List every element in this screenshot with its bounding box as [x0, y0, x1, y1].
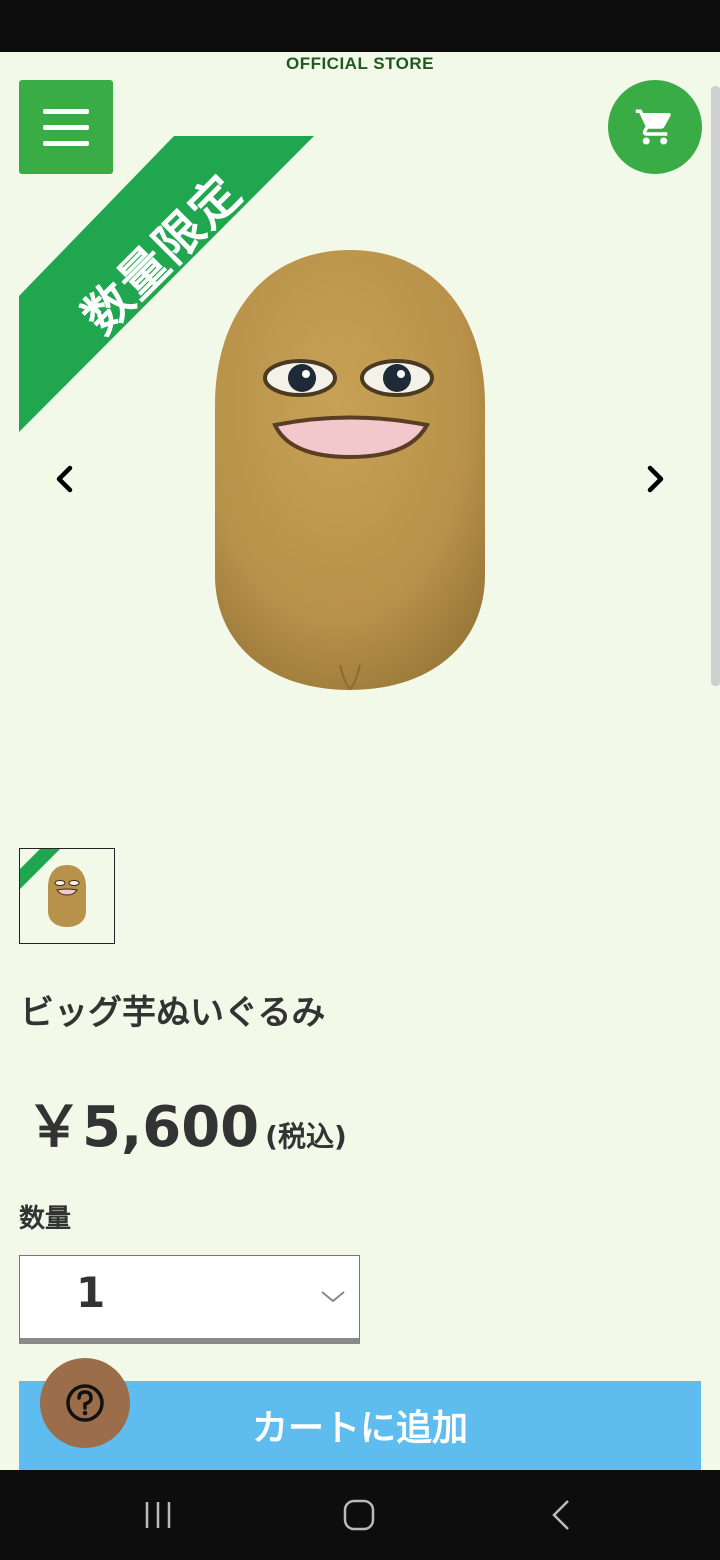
product-thumbnail[interactable] [19, 848, 115, 944]
quantity-value: 1 [76, 1268, 106, 1317]
store-label: OFFICIAL STORE [285, 54, 435, 73]
cart-button[interactable] [608, 80, 702, 174]
price-value: ￥5,600 [26, 1095, 260, 1160]
system-navigation-bar [0, 1470, 720, 1560]
scrollbar[interactable] [711, 86, 720, 686]
price-tax-note: (税込) [265, 1120, 347, 1153]
chevron-down-icon [321, 1291, 345, 1303]
question-mark-icon [66, 1384, 104, 1422]
help-button[interactable] [40, 1358, 130, 1448]
chevron-right-icon[interactable] [638, 462, 672, 496]
back-icon[interactable] [546, 1498, 576, 1532]
quantity-select[interactable]: 1 [19, 1255, 360, 1344]
product-image[interactable] [205, 245, 495, 695]
status-bar [0, 0, 720, 52]
quantity-label: 数量 [19, 1204, 72, 1234]
chevron-left-icon[interactable] [48, 462, 82, 496]
product-title: ビッグ芋ぬいぐるみ [20, 993, 326, 1033]
shopping-cart-icon [635, 109, 671, 145]
recent-apps-icon[interactable] [143, 1500, 173, 1530]
home-icon[interactable] [342, 1498, 376, 1532]
price: ￥5,600 (税込) [26, 1082, 347, 1163]
